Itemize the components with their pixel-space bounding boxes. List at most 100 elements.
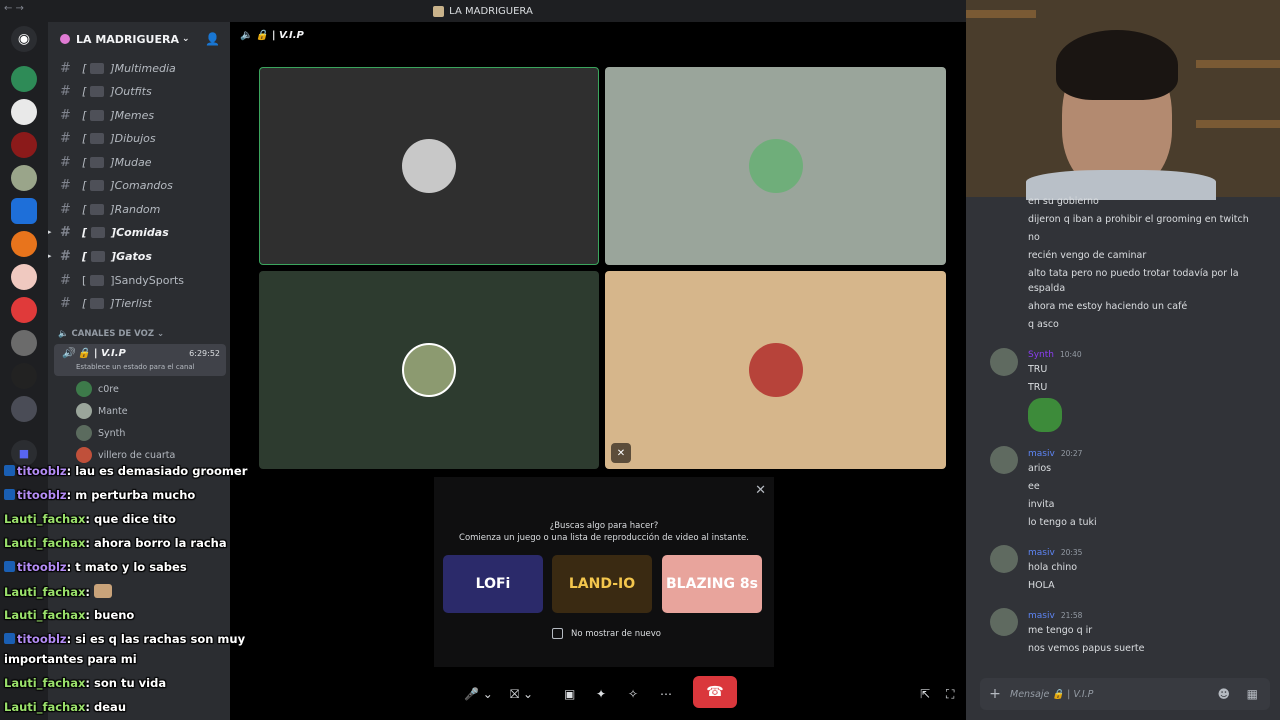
call-header-title: V.I.P xyxy=(279,30,304,41)
streamer-hair xyxy=(1056,30,1178,100)
channel-comidas[interactable]: ▸ #[] Comidas xyxy=(48,221,230,243)
hash-icon: # xyxy=(60,154,71,170)
channel-outfits[interactable]: #[] Outfits xyxy=(48,80,230,102)
server-icon-8[interactable] xyxy=(11,297,37,323)
activity-card-lofi[interactable]: LOFi xyxy=(443,555,543,613)
hash-icon: # xyxy=(60,177,71,193)
voice-channel-name: 🔊 🔒 | V.I.P xyxy=(62,348,126,359)
channel-label: Outfits xyxy=(114,84,152,98)
server-icon-1[interactable] xyxy=(11,66,37,92)
avatar[interactable] xyxy=(990,446,1018,474)
badge-icon xyxy=(4,561,15,572)
server-folder-icon[interactable] xyxy=(11,396,37,422)
avatar[interactable] xyxy=(990,608,1018,636)
cat-emote-icon xyxy=(94,584,113,598)
chat-message-line: dijeron q iban a prohibir el grooming en… xyxy=(1028,214,1249,225)
soundboard-icon[interactable]: ✧ xyxy=(628,682,638,706)
server-icon-5[interactable] xyxy=(11,198,37,224)
participant-tile[interactable]: ✕ xyxy=(605,271,946,469)
activity-card-land-io[interactable]: LAND-IO xyxy=(552,555,652,613)
author-name[interactable]: masiv xyxy=(1028,449,1055,459)
server-icon-10[interactable] xyxy=(11,363,37,389)
camera-off-icon[interactable]: ⛝ ⌄ xyxy=(510,682,533,706)
dont-show-again-checkbox[interactable]: No mostrar de nuevo xyxy=(552,628,661,639)
channel-label: SandySports xyxy=(114,273,185,287)
invite-user-icon[interactable]: 👤 xyxy=(205,32,220,46)
channel-dibujos[interactable]: #[] Dibujos xyxy=(48,127,230,149)
voice-user[interactable]: c0re xyxy=(76,379,119,399)
microphone-icon[interactable]: 🎤 ⌄ xyxy=(464,682,493,706)
avatar xyxy=(76,447,92,463)
voice-channel-status-prompt[interactable]: Establece un estado para el canal xyxy=(76,363,195,371)
channel-gatos[interactable]: ▸ #[] Gatos xyxy=(48,245,230,267)
discord-home-icon[interactable]: ◉ xyxy=(11,26,37,52)
channel-sandysports[interactable]: #[] SandySports xyxy=(48,269,230,291)
overlay-user: titooblz xyxy=(17,560,67,574)
overlay-text: : lau es demasiado groomer xyxy=(66,464,248,478)
voice-call-view: 🔈 🔒 | V.I.P ✕ ✕ ¿Buscas algo para hacer?… xyxy=(230,22,966,720)
author-name[interactable]: Synth xyxy=(1028,350,1054,360)
close-icon[interactable]: ✕ xyxy=(755,483,766,498)
more-options-icon[interactable]: ⋯ xyxy=(660,682,672,706)
avatar[interactable] xyxy=(990,348,1018,376)
channel-mudae[interactable]: #[] Mudae xyxy=(48,151,230,173)
add-attachment-icon[interactable]: + xyxy=(980,686,1010,702)
chat-message-line: espalda xyxy=(1028,283,1066,294)
overlay-user: Lauti_fachax xyxy=(4,512,86,526)
fullscreen-icon[interactable]: ⛶ xyxy=(946,682,954,706)
screen-share-icon[interactable]: ▣ xyxy=(564,682,575,706)
window-title: LA MADRIGUERA xyxy=(433,5,533,17)
unread-arrow-icon: ▸ xyxy=(48,252,52,260)
end-call-button[interactable]: ☎ xyxy=(693,676,737,708)
server-icon-2[interactable] xyxy=(11,99,37,125)
voice-user[interactable]: Mante xyxy=(76,401,128,421)
channel-memes[interactable]: #[] Memes xyxy=(48,104,230,126)
call-header: 🔈 🔒 | V.I.P xyxy=(240,30,304,41)
avatar[interactable] xyxy=(990,545,1018,573)
overlay-chat-line: titooblz: t mato y lo sabes xyxy=(4,560,187,574)
message-timestamp: 20:35 xyxy=(1060,548,1083,557)
chevron-down-icon: ⌄ xyxy=(181,34,190,44)
hash-icon: # xyxy=(60,272,71,288)
checkbox-label: No mostrar de nuevo xyxy=(571,628,661,639)
channel-label: Dibujos xyxy=(114,131,156,145)
voice-user[interactable]: Synth xyxy=(76,423,125,443)
server-icon xyxy=(433,5,445,17)
message-input[interactable]: + Mensaje 🔒 | V.I.P ☻ ▦ xyxy=(980,678,1270,710)
server-icon-3[interactable] xyxy=(11,132,37,158)
activity-card-blazing-8s[interactable]: BLAZING 8s xyxy=(662,555,762,613)
overlay-user: Lauti_fachax xyxy=(4,585,86,599)
hash-icon: # xyxy=(60,224,71,240)
channel-tierlist[interactable]: #[] Tierlist xyxy=(48,292,230,314)
participant-tile[interactable] xyxy=(259,67,599,265)
nav-arrows-icon[interactable]: ← → xyxy=(4,3,24,14)
server-icon-6[interactable] xyxy=(11,231,37,257)
server-icon-7[interactable] xyxy=(11,264,37,290)
overlay-text: importantes para mi xyxy=(4,652,137,666)
emoji-icon xyxy=(90,62,105,74)
emoji-icon[interactable]: ☻ xyxy=(1217,687,1230,701)
voice-category-header[interactable]: 🔈 CANALES DE VOZ ⌄ xyxy=(58,329,164,339)
participant-tile[interactable] xyxy=(605,67,946,265)
server-header[interactable]: LA MADRIGUERA ⌄ 👤 xyxy=(48,22,230,56)
message-author: masiv 20:27 xyxy=(1028,449,1082,459)
author-name[interactable]: masiv xyxy=(1028,611,1055,621)
checkbox-icon[interactable] xyxy=(552,628,563,639)
channel-comandos[interactable]: #[] Comandos xyxy=(48,174,230,196)
emoji-icon xyxy=(90,109,105,121)
channel-random[interactable]: #[] Random xyxy=(48,198,230,220)
overlay-user: Lauti_fachax xyxy=(4,676,86,690)
participant-tile[interactable] xyxy=(259,271,599,469)
author-name[interactable]: masiv xyxy=(1028,548,1055,558)
voice-channel-vip[interactable]: 🔊 🔒 | V.I.P 6:29:52 Establece un estado … xyxy=(54,344,226,376)
popout-icon[interactable]: ⇱ xyxy=(920,682,930,706)
chat-message-line: ee xyxy=(1028,481,1040,492)
chat-message-line: en su gobierno xyxy=(1028,196,1099,207)
server-icon-4[interactable] xyxy=(11,165,37,191)
server-icon-9[interactable] xyxy=(11,330,37,356)
emoji-icon xyxy=(90,274,105,286)
activities-icon[interactable]: ✦ xyxy=(596,682,606,706)
channel-multimedia[interactable]: #[] Multimedia xyxy=(48,57,230,79)
apps-icon[interactable]: ▦ xyxy=(1247,687,1258,701)
avatar xyxy=(76,381,92,397)
